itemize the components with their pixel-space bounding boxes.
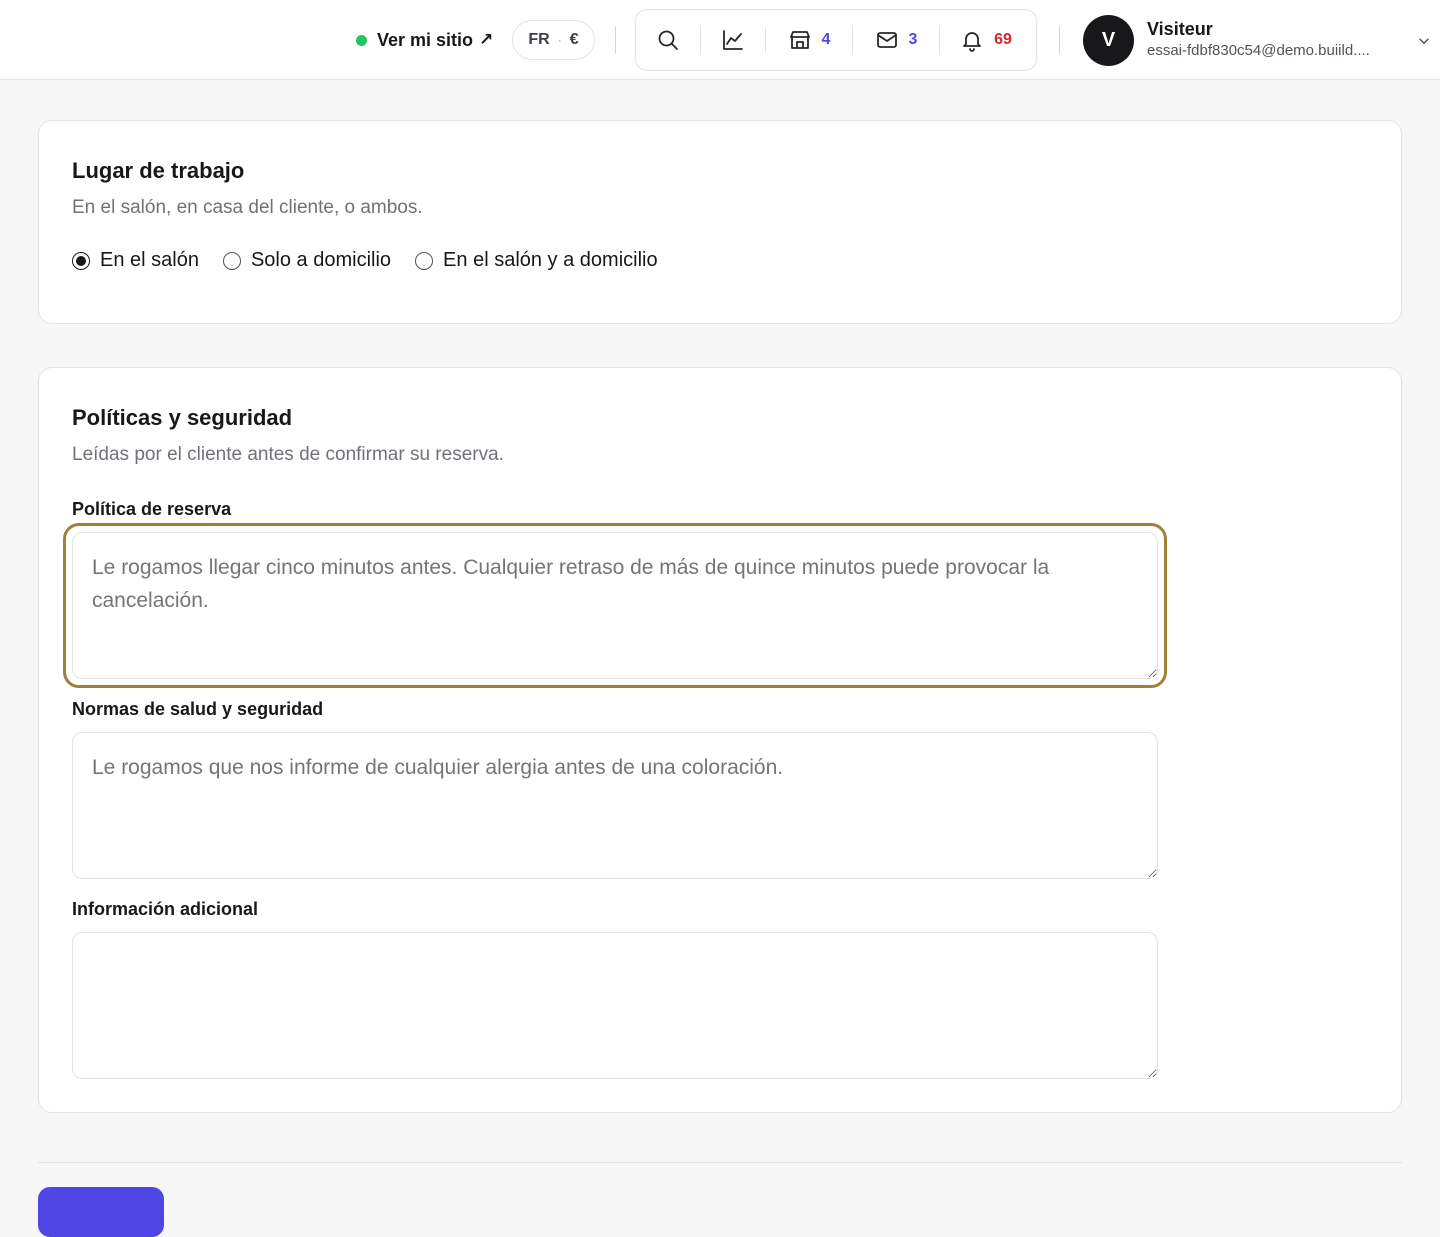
search-icon bbox=[658, 30, 678, 50]
store-icon bbox=[789, 31, 810, 49]
health-rules-textarea[interactable] bbox=[72, 732, 1158, 879]
top-bar: Ver mi sitio ↗ FR · € 4 3 69 V Visiteur … bbox=[0, 0, 1440, 80]
policies-title: Políticas y seguridad bbox=[72, 405, 293, 430]
radio-label: En el salón bbox=[100, 249, 199, 271]
health-rules-label: Normas de salud y seguridad bbox=[72, 699, 324, 719]
radio-option-both[interactable]: En el salón y a domicilio bbox=[415, 249, 658, 272]
header-icon-group: 4 3 69 bbox=[635, 9, 1037, 71]
additional-info-textarea[interactable] bbox=[72, 932, 1158, 1079]
workplace-radio-group: En el salón Solo a domicilio En el salón… bbox=[72, 249, 682, 272]
notification-count-badge: 69 bbox=[994, 31, 1012, 48]
avatar[interactable]: V bbox=[1083, 15, 1134, 66]
radio-label: En el salón y a domicilio bbox=[443, 249, 658, 271]
analytics-button[interactable] bbox=[701, 10, 765, 70]
notifications-button[interactable]: 69 bbox=[940, 10, 1032, 70]
workplace-card: Lugar de trabajo En el salón, en casa de… bbox=[38, 120, 1402, 324]
currency-symbol: € bbox=[569, 31, 579, 48]
bell-icon bbox=[963, 32, 981, 52]
policies-subtitle: Leídas por el cliente antes de confirmar… bbox=[72, 444, 504, 465]
search-button[interactable] bbox=[636, 10, 700, 70]
shop-button[interactable]: 4 bbox=[766, 10, 852, 70]
policies-card: Políticas y seguridad Leídas por el clie… bbox=[38, 367, 1402, 1113]
radio-label: Solo a domicilio bbox=[250, 249, 392, 271]
view-site-link[interactable]: Ver mi sitio ↗ bbox=[356, 26, 493, 54]
radio-button[interactable] bbox=[222, 251, 241, 270]
user-name: Visiteur bbox=[1147, 19, 1213, 39]
radio-option-home[interactable]: Solo a domicilio bbox=[222, 249, 392, 272]
language-currency-selector[interactable]: FR · € bbox=[512, 20, 595, 60]
shop-count-badge: 4 bbox=[821, 31, 831, 48]
additional-info-label: Información adicional bbox=[72, 899, 259, 919]
messages-button[interactable]: 3 bbox=[853, 10, 939, 70]
header-divider bbox=[615, 26, 616, 54]
lang-separator: · bbox=[557, 33, 562, 47]
chart-line-icon bbox=[723, 30, 743, 50]
radio-option-salon[interactable]: En el salón bbox=[72, 249, 199, 272]
workplace-title: Lugar de trabajo bbox=[72, 158, 245, 183]
chevron-down-icon bbox=[1419, 38, 1429, 45]
header-divider bbox=[1059, 26, 1060, 54]
user-menu-toggle[interactable] bbox=[1415, 32, 1433, 50]
mail-icon bbox=[876, 32, 897, 48]
footer-divider bbox=[38, 1162, 1402, 1163]
save-button[interactable] bbox=[38, 1187, 164, 1237]
external-arrow-icon: ↗ bbox=[479, 30, 494, 49]
workplace-subtitle: En el salón, en casa del cliente, o ambo… bbox=[72, 197, 423, 218]
booking-policy-label: Política de reserva bbox=[72, 499, 232, 519]
online-status-dot bbox=[356, 34, 367, 46]
mail-count-badge: 3 bbox=[908, 31, 918, 48]
booking-policy-textarea[interactable] bbox=[72, 532, 1158, 679]
view-site-label: Ver mi sitio bbox=[377, 29, 474, 50]
radio-button[interactable] bbox=[415, 251, 434, 270]
language-code: FR bbox=[528, 31, 550, 48]
radio-button[interactable] bbox=[72, 251, 90, 270]
user-email: essai-fdbf830c54@demo.buiild.... bbox=[1147, 42, 1370, 59]
